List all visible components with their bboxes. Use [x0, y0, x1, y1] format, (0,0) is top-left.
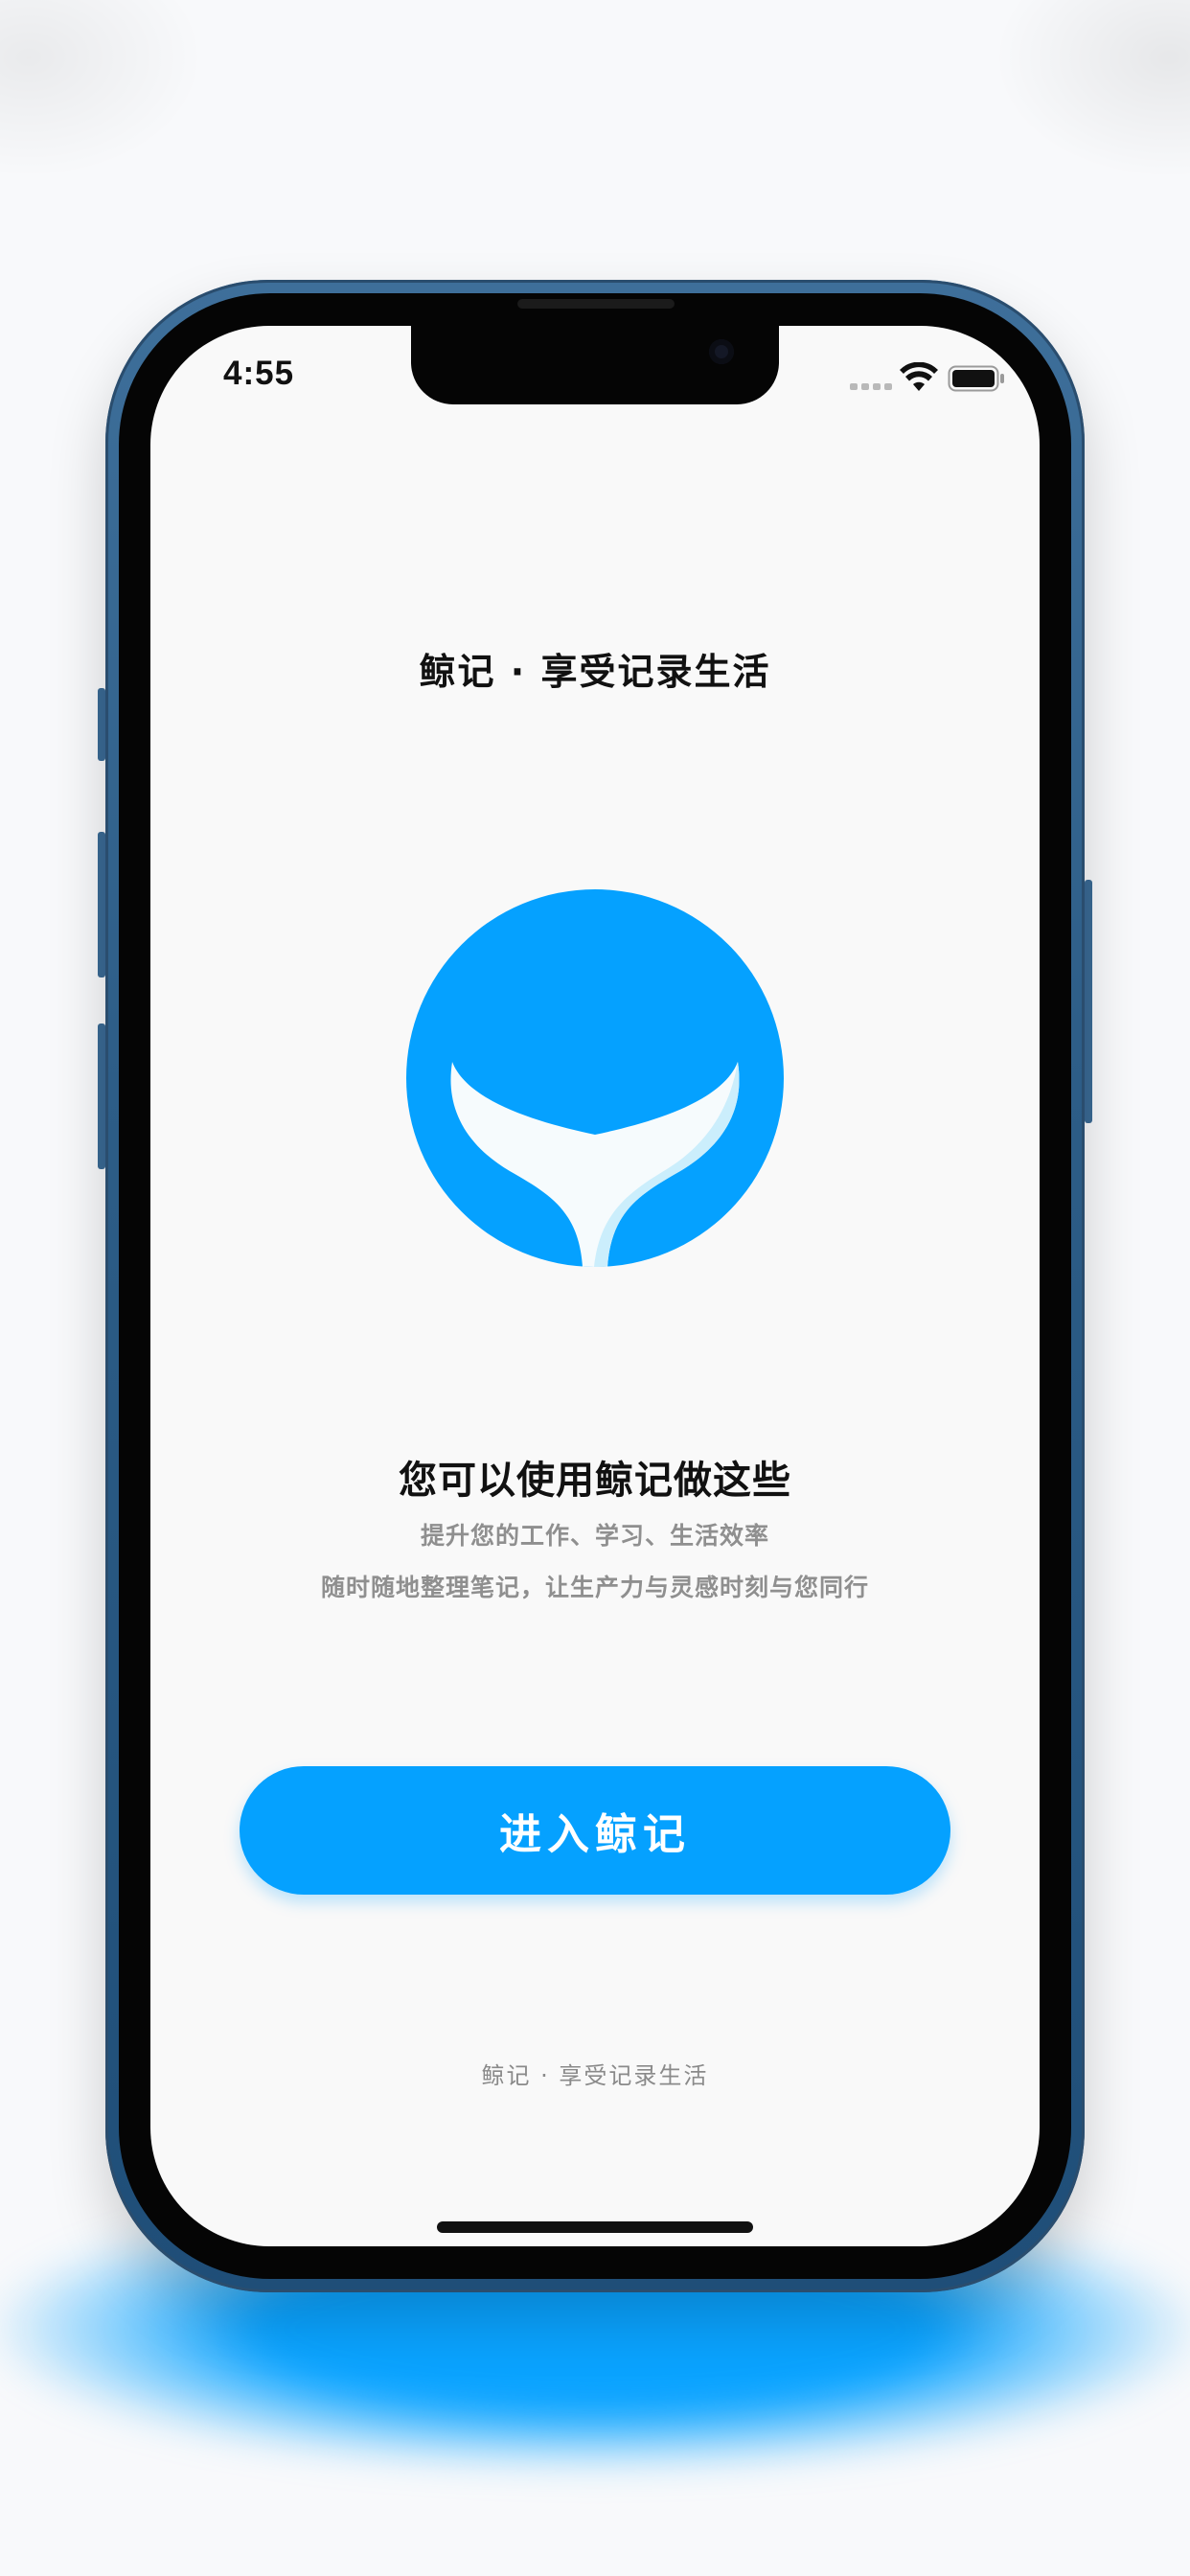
footer-slogan: 鲸记 · 享受记录生活 [481, 2062, 709, 2089]
enter-app-button[interactable]: 进入鲸记 [240, 1766, 950, 1895]
speaker-grille [517, 299, 675, 309]
volume-down-button [98, 1024, 105, 1169]
volume-up-button [98, 832, 105, 978]
battery-icon [948, 365, 1004, 392]
app-screen: 4:55 鲸记 · 享受记录生活 您可以使用鲸记做这些 提升您的工作、学习、生活… [150, 326, 1040, 2246]
power-button [1085, 880, 1092, 1123]
notch [411, 326, 779, 404]
page-title: 鲸记 · 享受记录生活 [419, 651, 771, 693]
whale-tail-logo-icon [406, 889, 784, 1267]
wifi-icon [900, 362, 938, 391]
status-time: 4:55 [223, 355, 295, 392]
page: 4:55 鲸记 · 享受记录生活 您可以使用鲸记做这些 提升您的工作、学习、生活… [0, 0, 1190, 2576]
silent-switch [98, 688, 105, 761]
cellular-signal-icon [850, 383, 892, 393]
front-camera-icon [709, 339, 734, 364]
features-heading: 您可以使用鲸记做这些 [399, 1459, 791, 1503]
home-indicator[interactable] [437, 2221, 753, 2233]
features-description-line-1: 提升您的工作、学习、生活效率 [420, 1522, 769, 1550]
features-description-line-2: 随时随地整理笔记，让生产力与灵感时刻与您同行 [320, 1574, 869, 1601]
